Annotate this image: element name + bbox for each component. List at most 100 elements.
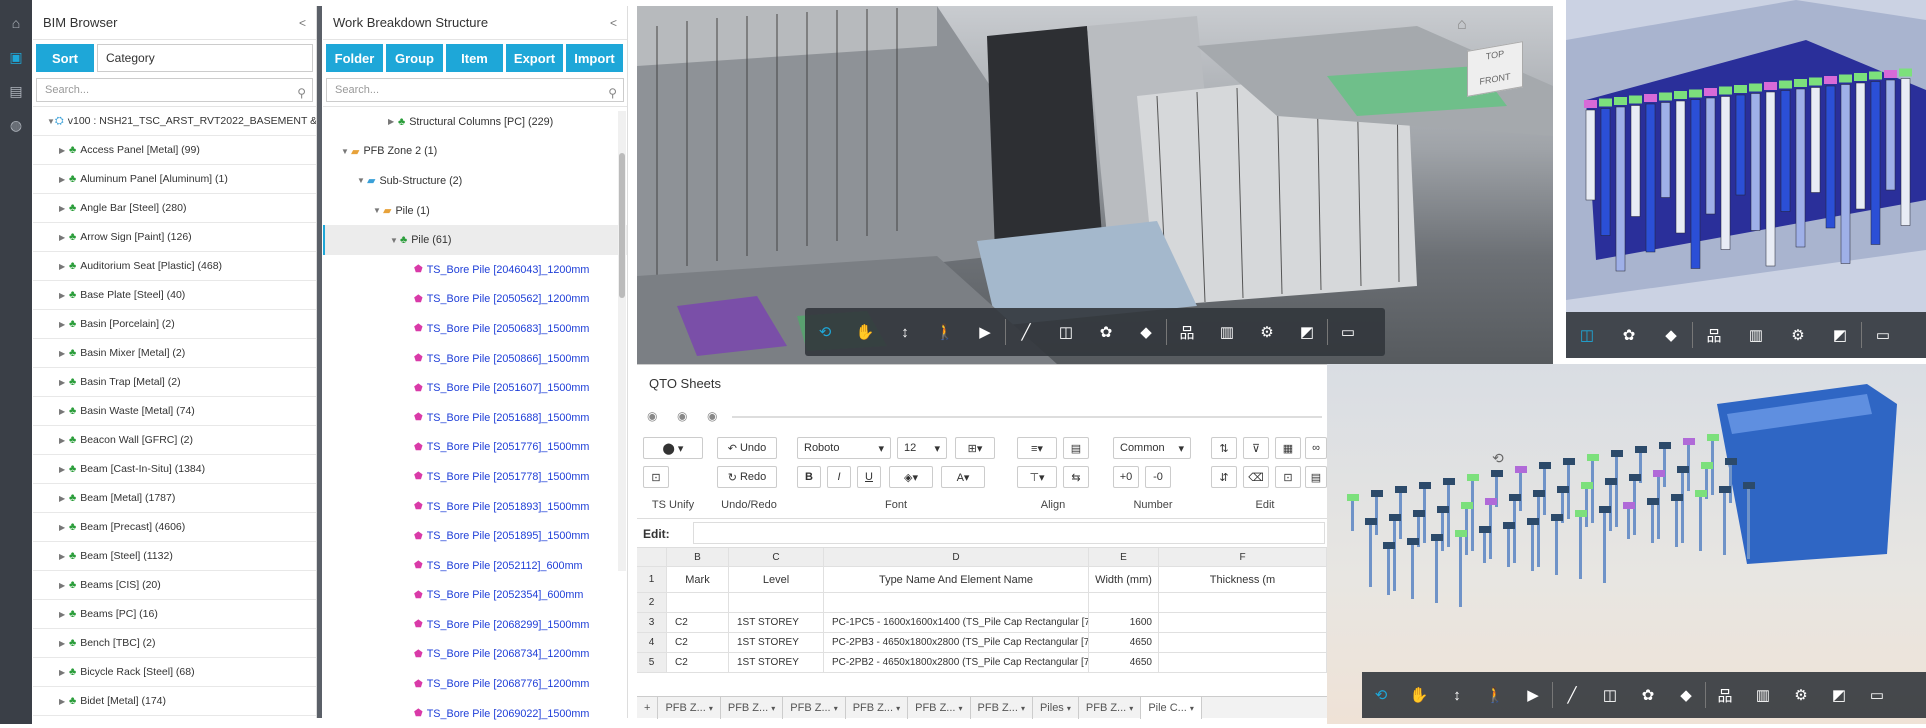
bim-tree-item[interactable]: ▶ ♣ Beams [PC] (16) xyxy=(33,600,316,629)
align-horizontal-icon[interactable]: ≡▾ xyxy=(1017,437,1057,459)
folder-icon[interactable]: ▭ xyxy=(1328,312,1368,352)
lock-icon[interactable]: ⊡ xyxy=(1275,466,1301,488)
bold-button[interactable]: B xyxy=(797,466,821,488)
pile-item[interactable]: ⬟ TS_Bore Pile [2050683]_1500mm xyxy=(323,314,627,344)
zoom-icon[interactable]: ↕ xyxy=(885,312,925,352)
wbs-node[interactable]: ▼ ▰ Sub-Structure (2) xyxy=(323,166,627,196)
main-3d-viewport[interactable]: ⌂ TOP FRONT ⟲ ✋ ↕ 🚶 ▶ ╱ ◫ ✿ ◆ 品 ▥ ⚙ ◩ ▭ xyxy=(637,6,1553,364)
clear-icon[interactable]: ⌫ xyxy=(1243,466,1269,488)
camera-icon[interactable]: ▶ xyxy=(1514,675,1552,715)
ts-unify-dropdown[interactable]: ⬤ ▾ xyxy=(643,437,703,459)
pile-item[interactable]: ⬟ TS_Bore Pile [2051895]_1500mm xyxy=(323,521,627,551)
pile-item[interactable]: ⬟ TS_Bore Pile [2046043]_1200mm xyxy=(323,255,627,285)
data-cell[interactable]: 1ST STOREY xyxy=(729,613,824,633)
expand-icon[interactable]: ▶ xyxy=(59,204,69,213)
spreadsheet-grid[interactable]: B C D E F 1 Mark Level Type Name And Element Nam… xyxy=(637,548,1327,696)
wbs-item-button[interactable]: Item xyxy=(446,44,503,72)
orbit-icon[interactable]: ⟲ xyxy=(1362,675,1400,715)
expand-icon[interactable]: ▶ xyxy=(59,349,69,358)
column-header[interactable]: E xyxy=(1089,548,1159,567)
section-icon[interactable]: ◫ xyxy=(1046,312,1086,352)
merge-icon[interactable]: ⇆ xyxy=(1063,466,1089,488)
pile-item[interactable]: ⬟ TS_Bore Pile [2052354]_600mm xyxy=(323,581,627,611)
sheet-tab[interactable]: Piles ▾ xyxy=(1033,696,1079,719)
expand-icon[interactable]: ▶ xyxy=(59,610,69,619)
bim-tree-item[interactable]: ▶ ♣ Bench [TBC] (2) xyxy=(33,629,316,658)
bim-tree-item[interactable]: ▶ ♣ Beams [CIS] (20) xyxy=(33,571,316,600)
pile-item[interactable]: ⬟ TS_Bore Pile [2051778]_1500mm xyxy=(323,462,627,492)
bim-tree-item[interactable]: ▶ ♣ Bidet [Metal] (174) xyxy=(33,687,316,716)
tree-root[interactable]: ▼ ⛭ v100 : NSH21_TSC_ARST_RVT2022_BASEMENT… xyxy=(33,107,316,136)
section-icon[interactable]: ◫ xyxy=(1591,675,1629,715)
wbs-search-input[interactable]: Search... ⚲ xyxy=(326,78,624,102)
bim-tree-item[interactable]: ▶ ♣ Beam [Precast] (4606) xyxy=(33,513,316,542)
home-icon[interactable]: ⌂ xyxy=(0,6,32,40)
search-icon[interactable]: ⚲ xyxy=(608,82,617,104)
sheet-tab[interactable]: PFB Z... ▾ xyxy=(908,696,971,719)
data-cell[interactable]: 1ST STOREY xyxy=(729,633,824,653)
properties-icon[interactable]: ▥ xyxy=(1744,675,1782,715)
sort-desc-icon[interactable]: ⇵ xyxy=(1211,466,1237,488)
pile-item[interactable]: ⬟ TS_Bore Pile [2051776]_1500mm xyxy=(323,433,627,463)
bim-tree-item[interactable]: ▶ ♣ Basin [Porcelain] (2) xyxy=(33,310,316,339)
chevron-down-icon[interactable]: ▾ xyxy=(771,704,775,713)
formula-input[interactable] xyxy=(693,522,1325,544)
play-icon[interactable]: ◉ xyxy=(647,409,657,423)
pile-item[interactable]: ⬟ TS_Bore Pile [2068776]_1200mm xyxy=(323,669,627,699)
sheet-tab[interactable]: Pile C... ▾ xyxy=(1141,696,1202,719)
chat-icon[interactable]: ▤ xyxy=(0,74,32,108)
column-header[interactable]: C xyxy=(729,548,824,567)
row-header[interactable]: 5 xyxy=(637,653,667,673)
header-cell[interactable]: Width (mm) xyxy=(1089,567,1159,593)
expand-icon[interactable]: ▶ xyxy=(59,262,69,271)
wbs-node[interactable]: ▼ ▰ Pile (1) xyxy=(323,196,627,226)
column-header[interactable]: F xyxy=(1159,548,1327,567)
expand-icon[interactable]: ▶ xyxy=(59,378,69,387)
expand-icon[interactable]: ▶ xyxy=(59,552,69,561)
fullscreen-icon[interactable]: ◩ xyxy=(1819,315,1861,355)
expand-icon[interactable]: ▶ xyxy=(59,175,69,184)
data-cell[interactable] xyxy=(1159,653,1327,673)
bim-search-input[interactable]: Search... ⚲ xyxy=(36,78,313,102)
wbs-export-button[interactable]: Export xyxy=(506,44,563,72)
bim-tree-item[interactable]: ▶ ♣ Basin Mixer [Metal] (2) xyxy=(33,339,316,368)
bim-tree-item[interactable]: ▶ ♣ Aluminum Panel [Aluminum] (1) xyxy=(33,165,316,194)
expand-icon[interactable]: ▶ xyxy=(59,146,69,155)
header-cell[interactable]: Type Name And Element Name xyxy=(824,567,1089,593)
sheet-tab[interactable]: PFB Z... ▾ xyxy=(783,696,846,719)
sheet-tab[interactable]: PFB Z... ▾ xyxy=(846,696,909,719)
expand-icon[interactable]: ▶ xyxy=(59,291,69,300)
fullscreen-icon[interactable]: ◩ xyxy=(1287,312,1327,352)
add-sheet-button[interactable]: + xyxy=(637,696,659,719)
fill-color-icon[interactable]: ◈▾ xyxy=(889,466,933,488)
corner-cell[interactable] xyxy=(637,548,667,567)
borders-icon[interactable]: ⊞▾ xyxy=(955,437,995,459)
splitter[interactable] xyxy=(317,6,322,718)
bim-tree-item[interactable]: ▶ ♣ Access Panel [Metal] (99) xyxy=(33,136,316,165)
settings-icon[interactable]: ⚙ xyxy=(1782,675,1820,715)
home-view-icon[interactable]: ⌂ xyxy=(1457,16,1467,34)
column-header[interactable]: B xyxy=(667,548,729,567)
expand-icon[interactable]: ▶ xyxy=(59,407,69,416)
data-cell[interactable] xyxy=(667,593,729,613)
bim-tree-item[interactable]: ▶ ♣ Auditorium Seat [Plastic] (468) xyxy=(33,252,316,281)
bim-tree-item[interactable]: ▶ ♣ Beam [Cast-In-Situ] (1384) xyxy=(33,455,316,484)
data-cell[interactable] xyxy=(729,593,824,613)
explode-icon[interactable]: ✿ xyxy=(1629,675,1667,715)
table-icon[interactable]: ▦ xyxy=(1275,437,1301,459)
bim-tree-item[interactable]: ▶ ♣ Basin Waste [Metal] (74) xyxy=(33,397,316,426)
measure-icon[interactable]: ╱ xyxy=(1553,675,1591,715)
number-format-select[interactable]: Common ▾ xyxy=(1113,437,1191,459)
structure-icon[interactable]: 品 xyxy=(1167,312,1207,352)
camera-icon[interactable]: ▶ xyxy=(965,312,1005,352)
expand-icon[interactable]: ▼ xyxy=(390,236,400,245)
sheet-tab[interactable]: PFB Z... ▾ xyxy=(658,696,721,719)
site-3d-viewport[interactable]: ⟲ ⟲ ✋ ↕ 🚶 ▶ ╱ ◫ ✿ ◆ 品 ▥ ⚙ ◩ ▭ xyxy=(1327,364,1926,724)
model-cube-icon[interactable]: ◆ xyxy=(1667,675,1705,715)
chevron-down-icon[interactable]: ▾ xyxy=(1129,704,1133,713)
pile-item[interactable]: ⬟ TS_Bore Pile [2051607]_1500mm xyxy=(323,373,627,403)
pause-icon[interactable]: ◉ xyxy=(677,409,687,423)
expand-icon[interactable]: ▶ xyxy=(59,581,69,590)
walk-icon[interactable]: 🚶 xyxy=(1476,675,1514,715)
align-vertical-icon[interactable]: ⊤▾ xyxy=(1017,466,1057,488)
